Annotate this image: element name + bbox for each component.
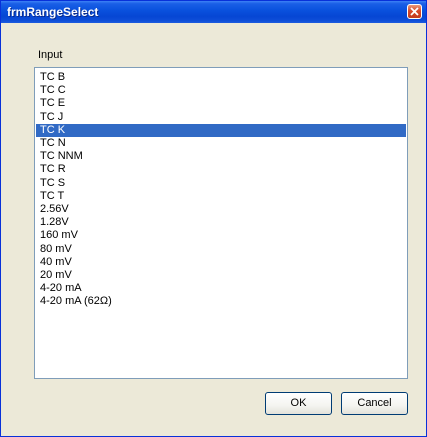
input-group-label: Input bbox=[38, 49, 63, 61]
list-item[interactable]: TC J bbox=[36, 111, 406, 124]
list-item[interactable]: TC S bbox=[36, 177, 406, 190]
list-item[interactable]: 80 mV bbox=[36, 243, 406, 256]
list-item[interactable]: TC C bbox=[36, 84, 406, 97]
list-item[interactable]: 1.28V bbox=[36, 216, 406, 229]
window-title: frmRangeSelect bbox=[7, 5, 99, 19]
ok-button[interactable]: OK bbox=[265, 392, 332, 415]
list-item[interactable]: TC R bbox=[36, 163, 406, 176]
list-item[interactable]: 20 mV bbox=[36, 269, 406, 282]
list-item[interactable]: 40 mV bbox=[36, 256, 406, 269]
list-item[interactable]: TC E bbox=[36, 97, 406, 110]
list-item[interactable]: TC T bbox=[36, 190, 406, 203]
range-listbox[interactable]: TC B TC C TC E TC J TC K TC N TC NNM TC R TC S TC… bbox=[34, 67, 408, 379]
dialog-window: frmRangeSelect Input TC B TC C TC E TC J TC … bbox=[0, 0, 427, 437]
list-item[interactable]: TC K bbox=[36, 123, 406, 137]
list-item[interactable]: TC NNM bbox=[36, 150, 406, 163]
cancel-button[interactable]: Cancel bbox=[341, 392, 408, 415]
list-item[interactable]: 2.56V bbox=[36, 203, 406, 216]
list-item[interactable]: 160 mV bbox=[36, 229, 406, 242]
list-item[interactable]: TC N bbox=[36, 137, 406, 150]
list-item[interactable]: 4-20 mA (62Ω) bbox=[36, 295, 406, 308]
title-bar[interactable]: frmRangeSelect bbox=[1, 1, 426, 23]
close-icon bbox=[410, 7, 419, 16]
list-item[interactable]: TC B bbox=[36, 71, 406, 84]
close-button[interactable] bbox=[407, 4, 422, 19]
list-item[interactable]: 4-20 mA bbox=[36, 282, 406, 295]
